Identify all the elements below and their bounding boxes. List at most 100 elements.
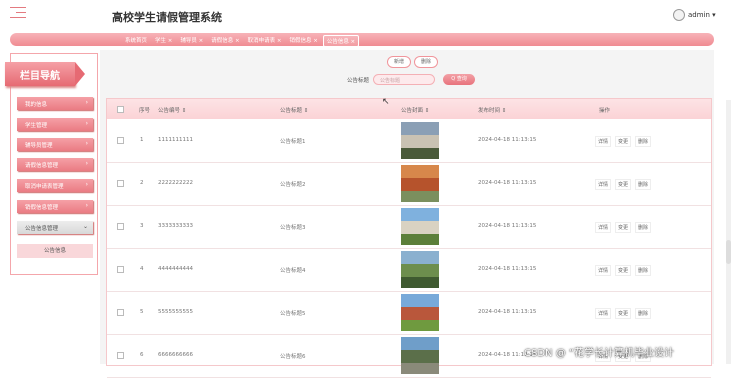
column-header[interactable]: 公告编号 ⇕	[158, 106, 186, 114]
cell-time: 2024-04-18 11:13:15	[478, 137, 537, 143]
search-label: 公告标题	[347, 78, 370, 84]
watermark: CSDN @ “花学长计算机毕业设计	[524, 348, 675, 359]
notice-table: 序号 公告编号 ⇕ 公告标题 ⇕ 公告封面 ⇕ 发布时间 ⇕ 操作 1 11111…	[106, 98, 712, 378]
user-avatar[interactable]	[673, 9, 685, 21]
row-checkbox[interactable]	[117, 137, 124, 144]
select-all-checkbox[interactable]	[117, 106, 124, 113]
row-checkbox[interactable]	[117, 309, 124, 316]
cell-code: 6666666666	[158, 352, 193, 358]
cell-index: 3	[140, 223, 144, 229]
tab-cancel[interactable]: 取消申请表 ×	[245, 35, 285, 47]
app-title: 高校学生请假管理系统	[112, 11, 222, 24]
cell-time: 2024-04-18 11:13:15	[478, 223, 537, 229]
tab-resume[interactable]: 销假信息 ×	[286, 35, 320, 47]
row-checkbox[interactable]	[117, 266, 124, 273]
cell-index: 2	[140, 180, 144, 186]
detail-button[interactable]: 详情	[595, 136, 612, 147]
add-button[interactable]: 新增	[387, 56, 411, 68]
sidebar-item-label: 辅导员管理	[25, 143, 53, 149]
sidebar-item-profile[interactable]: 我的信息 ›	[17, 97, 93, 110]
notice-cover-image[interactable]	[401, 294, 439, 331]
tab-counselor[interactable]: 辅导员 ×	[177, 35, 206, 47]
sidebar: 栏目导航 我的信息 › 学生管理 › 辅导员管理 › 请假信息管理 › 取消申请表管理 ›…	[5, 53, 98, 275]
user-menu[interactable]: admin ▾	[688, 11, 716, 19]
delete-button[interactable]: 删除	[414, 56, 438, 68]
tab-home[interactable]: 系统首页	[122, 35, 150, 47]
delete-row-button[interactable]: 删除	[635, 222, 652, 233]
table-row: 3 3333333333 公告标题3 2024-04-18 11:13:15 详情 变更删…	[107, 205, 711, 249]
table-row: 2 2222222222 公告标题2 2024-04-18 11:13:15 详情 变更删…	[107, 162, 711, 206]
detail-button[interactable]: 详情	[595, 265, 612, 276]
sidebar-item-student[interactable]: 学生管理 ›	[17, 118, 93, 131]
row-checkbox[interactable]	[117, 352, 124, 359]
notice-cover-image[interactable]	[401, 208, 439, 245]
sidebar-item-leave[interactable]: 请假信息管理 ›	[17, 158, 93, 171]
column-header: 操作	[599, 108, 611, 114]
cell-code: 3333333333	[158, 223, 193, 229]
cell-title: 公告标题3	[280, 225, 306, 231]
cell-title: 公告标题1	[280, 139, 306, 145]
notice-cover-image[interactable]	[401, 165, 439, 202]
cell-title: 公告标题2	[280, 182, 306, 188]
edit-button[interactable]: 变更	[615, 265, 632, 276]
sidebar-item-counselor[interactable]: 辅导员管理 ›	[17, 138, 93, 151]
tab-leave[interactable]: 请假信息 ×	[208, 35, 242, 47]
tab-student[interactable]: 学生 ×	[152, 35, 175, 47]
notice-cover-image[interactable]	[401, 251, 439, 288]
sidebar-item-notice[interactable]: 公告信息管理 ⌄	[17, 221, 93, 234]
sidebar-item-label: 销假信息管理	[25, 205, 59, 211]
cell-code: 4444444444	[158, 266, 193, 272]
mouse-cursor-icon: ↖	[382, 97, 390, 107]
cell-time: 2024-04-18 11:13:15	[478, 180, 537, 186]
sidebar-item-resume[interactable]: 销假信息管理 ›	[17, 200, 93, 213]
sidebar-item-label: 取消申请表管理	[25, 184, 64, 190]
chevron-right-icon: ›	[85, 202, 88, 209]
column-header[interactable]: 公告封面 ⇕	[401, 106, 429, 114]
detail-button[interactable]: 详情	[595, 222, 612, 233]
main-content: 新增 删除 公告标题 公告标题 Q 查询 序号 公告编号 ⇕ 公告标题 ⇕ 公告…	[100, 50, 714, 378]
cell-index: 4	[140, 266, 144, 272]
edit-button[interactable]: 变更	[615, 222, 632, 233]
table-header: 序号 公告编号 ⇕ 公告标题 ⇕ 公告封面 ⇕ 发布时间 ⇕ 操作	[107, 99, 711, 119]
cell-index: 5	[140, 309, 144, 315]
sidebar-heading: 栏目导航	[5, 62, 85, 86]
search-input[interactable]: 公告标题	[373, 74, 435, 85]
cell-time: 2024-04-18 11:13:15	[478, 266, 537, 272]
delete-row-button[interactable]: 删除	[635, 265, 652, 276]
cell-code: 5555555555	[158, 309, 193, 315]
table-row: 1 1111111111 公告标题1 2024-04-18 11:13:15 详情 变更删…	[107, 119, 711, 163]
column-header[interactable]: 公告标题 ⇕	[280, 106, 308, 114]
row-checkbox[interactable]	[117, 223, 124, 230]
chevron-right-icon: ›	[85, 99, 88, 106]
edit-button[interactable]: 变更	[615, 179, 632, 190]
edit-button[interactable]: 变更	[615, 136, 632, 147]
sidebar-item-label: 我的信息	[25, 102, 48, 108]
tab-notice[interactable]: 公告信息 ×	[322, 35, 360, 47]
notice-cover-image[interactable]	[401, 337, 439, 374]
sidebar-item-label: 请假信息管理	[25, 163, 59, 169]
chevron-right-icon: ›	[85, 140, 88, 147]
top-header: 高校学生请假管理系统 admin ▾	[0, 0, 733, 32]
detail-button[interactable]: 详情	[595, 308, 612, 319]
scrollbar-thumb[interactable]	[726, 240, 731, 264]
delete-row-button[interactable]: 删除	[635, 179, 652, 190]
notice-cover-image[interactable]	[401, 122, 439, 159]
detail-button[interactable]: 详情	[595, 179, 612, 190]
chevron-right-icon: ›	[85, 160, 88, 167]
delete-row-button[interactable]: 删除	[635, 308, 652, 319]
cell-title: 公告标题4	[280, 268, 306, 274]
chevron-right-icon: ›	[85, 181, 88, 188]
sidebar-subitem-notice[interactable]: 公告信息	[17, 244, 93, 258]
row-checkbox[interactable]	[117, 180, 124, 187]
chevron-right-icon: ›	[85, 120, 88, 127]
search-button[interactable]: Q 查询	[443, 74, 475, 85]
edit-button[interactable]: 变更	[615, 308, 632, 319]
scrollbar[interactable]	[726, 100, 731, 364]
cell-index: 6	[140, 352, 144, 358]
cell-index: 1	[140, 137, 144, 143]
sidebar-item-cancel[interactable]: 取消申请表管理 ›	[17, 179, 93, 192]
column-header: 序号	[139, 108, 151, 114]
delete-row-button[interactable]: 删除	[635, 136, 652, 147]
column-header[interactable]: 发布时间 ⇕	[478, 106, 506, 114]
hamburger-menu-icon[interactable]	[10, 7, 26, 21]
